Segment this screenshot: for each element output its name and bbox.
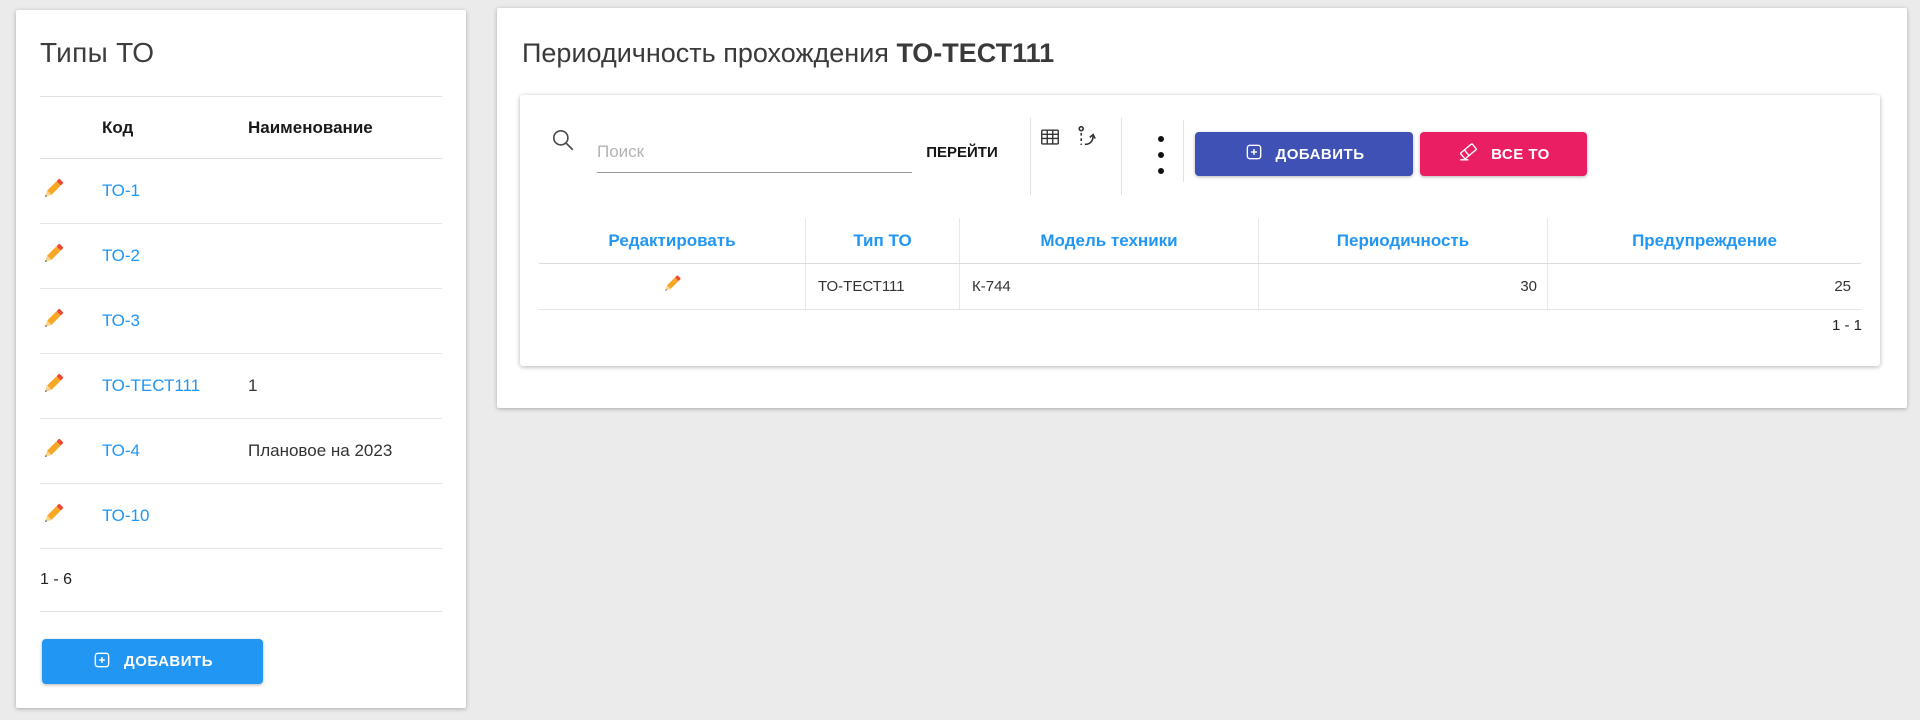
periodicity-panel: Периодичность прохождения ТО-ТЕСТ111 ПЕР… [497, 8, 1907, 408]
column-header-periodicity[interactable]: Периодичность [1259, 218, 1548, 263]
route-go-icon[interactable] [1076, 124, 1101, 149]
add-button-label: ДОБАВИТЬ [124, 653, 213, 670]
edit-pencil-icon[interactable] [40, 241, 86, 272]
to-type-link[interactable]: ТО-ТЕСТ111 [86, 376, 232, 396]
edit-pencil-icon[interactable] [40, 371, 86, 402]
report-table-header: Редактировать Тип ТО Модель техники Пери… [539, 218, 1861, 264]
name-column-header: Наименование [232, 118, 442, 138]
grid-report-icon[interactable] [1039, 126, 1061, 148]
panel-title: Типы ТО [40, 37, 154, 69]
edit-pencil-icon[interactable] [40, 306, 86, 337]
column-header-type[interactable]: Тип ТО [806, 218, 960, 263]
eraser-icon [1457, 141, 1479, 167]
code-column-header: Код [86, 118, 232, 138]
add-to-type-button[interactable]: ДОБАВИТЬ [42, 639, 263, 684]
column-header-edit[interactable]: Редактировать [539, 218, 806, 263]
report-table: Редактировать Тип ТО Модель техники Пери… [539, 218, 1861, 310]
table-row: ТО-ТЕСТ111 К-744 30 25 [539, 264, 1861, 310]
all-to-button[interactable]: ВСЕ ТО [1420, 132, 1587, 176]
cell-type: ТО-ТЕСТ111 [806, 264, 960, 309]
go-button[interactable]: ПЕРЕЙТИ [914, 131, 1010, 173]
column-header-model[interactable]: Модель техники [960, 218, 1259, 263]
page-title-bold: ТО-ТЕСТ111 [896, 38, 1054, 68]
to-types-panel: Типы ТО Код Наименование ТО-1 ТО-2 ТО-3 … [16, 10, 466, 708]
table-row: ТО-10 [40, 484, 442, 549]
to-types-table-header: Код Наименование [40, 97, 442, 159]
cell-model: К-744 [960, 264, 1259, 309]
page-title: Периодичность прохождения ТО-ТЕСТ111 [522, 38, 1054, 69]
to-types-header: Типы ТО [40, 10, 442, 97]
interactive-report-card: ПЕРЕЙТИ ДОБАВИТЬ ВСЕ ТО Редактировать Ти… [520, 95, 1880, 366]
table-row: ТО-4 Плановое на 2023 [40, 419, 442, 484]
table-row: ТО-3 [40, 289, 442, 354]
to-type-name: Плановое на 2023 [232, 441, 442, 461]
table-row: ТО-ТЕСТ111 1 [40, 354, 442, 419]
cell-warning: 25 [1548, 264, 1861, 309]
toolbar-divider [1121, 118, 1122, 195]
column-header-warning[interactable]: Предупреждение [1548, 218, 1861, 263]
search-icon [550, 127, 576, 158]
to-type-link[interactable]: ТО-10 [86, 506, 232, 526]
page-title-light: Периодичность прохождения [522, 38, 889, 68]
kebab-menu-icon[interactable] [1149, 136, 1173, 174]
pagination-left: 1 - 6 [40, 549, 442, 612]
edit-pencil-icon[interactable] [40, 501, 86, 532]
all-to-button-label: ВСЕ ТО [1491, 146, 1550, 163]
add-button-label: ДОБАВИТЬ [1276, 146, 1365, 163]
to-type-link[interactable]: ТО-1 [86, 181, 232, 201]
plus-square-icon [92, 650, 112, 674]
table-row: ТО-2 [40, 224, 442, 289]
to-type-name: 1 [232, 376, 442, 396]
table-row: ТО-1 [40, 159, 442, 224]
left-panel-footer: ДОБАВИТЬ [40, 612, 442, 684]
to-type-link[interactable]: ТО-2 [86, 246, 232, 266]
add-periodicity-button[interactable]: ДОБАВИТЬ [1195, 132, 1413, 176]
pagination-right: 1 - 1 [1832, 317, 1862, 334]
edit-pencil-icon[interactable] [661, 273, 683, 300]
edit-pencil-icon[interactable] [40, 176, 86, 207]
plus-square-icon [1244, 142, 1264, 166]
to-type-link[interactable]: ТО-3 [86, 311, 232, 331]
toolbar-divider [1183, 120, 1184, 182]
cell-periodicity: 30 [1259, 264, 1548, 309]
toolbar-divider [1030, 118, 1031, 195]
edit-pencil-icon[interactable] [40, 436, 86, 467]
to-type-link[interactable]: ТО-4 [86, 441, 232, 461]
search-input[interactable] [597, 131, 912, 173]
